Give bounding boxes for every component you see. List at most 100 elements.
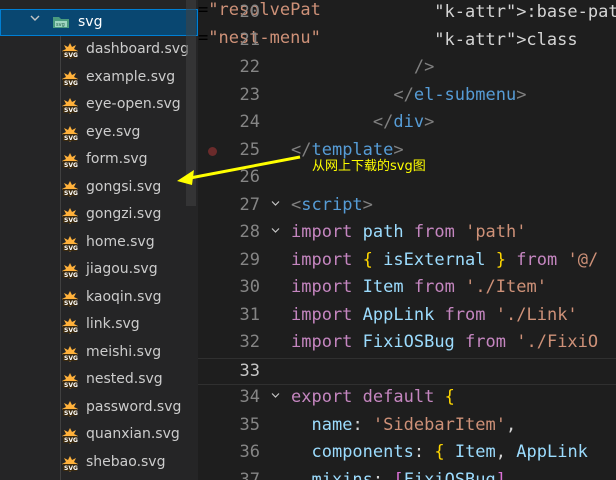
line-number: 35 [239, 414, 260, 435]
code-text: name: 'SidebarItem', [311, 414, 517, 435]
code-text: import { isExternal } from '@/ [291, 249, 599, 270]
code-text: /> [413, 57, 435, 77]
code-line[interactable]: 22 /> [198, 55, 616, 82]
svg-file-icon: SVG [62, 455, 78, 472]
file-name: example.svg [86, 68, 176, 85]
file-item[interactable]: SVG shebao.svg [0, 450, 198, 477]
svg-file-icon: SVG [62, 125, 78, 142]
file-item[interactable]: SVG home.svg [0, 230, 198, 257]
fold-chevron-icon[interactable] [271, 199, 280, 208]
file-item[interactable]: SVG jiagou.svg [0, 257, 198, 284]
line-number: 27 [239, 194, 260, 215]
svg-file-icon: SVG [62, 428, 78, 444]
file-name: jiagou.svg [86, 261, 158, 277]
line-number: 37 [239, 469, 260, 480]
code-text: "k-attr">:base-path [434, 2, 616, 22]
file-name: gongzi.svg [86, 206, 162, 222]
line-number: 23 [239, 84, 260, 105]
svg-text:SVG: SVG [64, 107, 78, 114]
line-number: 22 [239, 57, 260, 77]
code-editor[interactable]: 20 "k-attr">:base-path="resolvePat21 "k-… [198, 0, 616, 480]
code-text: import Item from './Item' [291, 277, 547, 297]
line-number: 32 [239, 332, 260, 352]
svg-file-icon: SVG [62, 43, 78, 59]
file-item[interactable]: SVG gongsi.svg [0, 175, 198, 202]
file-item[interactable]: SVG example.svg [0, 65, 198, 92]
code-line[interactable]: 29 import { isExternal } from '@/ [198, 248, 616, 275]
file-name: shebao.svg [86, 453, 166, 470]
svg-text:SVG: SVG [64, 162, 78, 169]
tree-item-partial[interactable]: icons [62, 0, 96, 3]
folder-svg[interactable]: svg svg [0, 9, 198, 36]
file-item[interactable]: SVG password.svg [0, 395, 198, 422]
code-line[interactable]: 30 import Item from './Item' [198, 275, 616, 302]
code-text: import path from 'path' [291, 222, 527, 242]
line-number: 36 [239, 442, 260, 462]
code-line[interactable]: 27 <script> [198, 193, 616, 220]
file-item[interactable]: SVG gongzi.svg [0, 202, 198, 229]
code-text: import FixiOSBug from './FixiO [291, 332, 599, 352]
file-item[interactable]: SVG nested.svg [0, 367, 198, 394]
file-item[interactable]: SVG dashboard.svg [0, 37, 198, 64]
code-line[interactable]: 35 name: 'SidebarItem', [198, 413, 616, 440]
file-item[interactable]: SVG kaoqin.svg [0, 285, 198, 312]
code-line[interactable]: 33 [198, 357, 616, 385]
code-text: <script> [291, 194, 373, 215]
code-line[interactable]: 31 import AppLink from './Link' [198, 303, 616, 330]
svg-text:SVG: SVG [64, 300, 78, 307]
svg-text:SVG: SVG [64, 355, 78, 362]
svg-file-icon: SVG [62, 345, 78, 362]
file-name: nested.svg [86, 371, 163, 387]
line-number: 24 [239, 112, 260, 132]
file-item[interactable]: SVG eye.svg [0, 120, 198, 147]
file-name: dashboard.svg [86, 41, 189, 57]
code-line[interactable]: 28 import path from 'path' [198, 220, 616, 247]
explorer-scrollbar[interactable] [186, 0, 196, 206]
line-number: 20 [239, 2, 260, 22]
fold-chevron-icon[interactable] [271, 391, 280, 400]
file-name: link.svg [86, 316, 140, 332]
file-item[interactable]: SVG meishi.svg [0, 340, 198, 367]
fold-chevron-icon[interactable] [271, 226, 280, 235]
file-name: home.svg [86, 233, 155, 250]
file-item[interactable]: SVG form.svg [0, 147, 198, 174]
code-line[interactable]: 32 import FixiOSBug from './FixiO [198, 330, 616, 357]
svg-file-icon: SVG [62, 318, 78, 334]
svg-text:SVG: SVG [64, 410, 78, 417]
svg-file-icon: SVG [62, 70, 78, 87]
code-text: </div> [372, 112, 435, 132]
file-item[interactable]: SVG link.svg [0, 312, 198, 339]
svg-text:SVG: SVG [64, 135, 78, 142]
file-name: eye-open.svg [86, 96, 181, 112]
svg-file-icon: SVG [62, 153, 78, 169]
svg-text:SVG: SVG [64, 190, 78, 197]
file-name: form.svg [86, 151, 148, 167]
code-line[interactable]: 24 </div> [198, 110, 616, 137]
svg-file-icon: SVG [62, 400, 78, 417]
file-item[interactable]: SVG eye-open.svg [0, 92, 198, 119]
svg-text:SVG: SVG [64, 245, 78, 252]
annotation-text: 从网上下载的svg图 [312, 159, 426, 174]
line-number: 25 [239, 139, 260, 160]
line-number: 28 [239, 222, 260, 242]
svg-text:SVG: SVG [64, 465, 78, 472]
line-number: 29 [239, 249, 260, 270]
code-line[interactable]: 37 mixins: [FixiOSBug], [198, 468, 616, 480]
code-text: mixins: [FixiOSBug], [311, 469, 517, 480]
code-line[interactable]: 34 export default { [198, 385, 616, 412]
svg-file-icon: SVG [62, 98, 78, 114]
file-item[interactable]: SVG quanxian.svg [0, 422, 198, 449]
svg-file-icon: SVG [62, 290, 78, 307]
svg-file-icon: SVG [62, 180, 78, 197]
svg-file-icon: SVG [62, 373, 78, 389]
file-name: kaoqin.svg [86, 288, 162, 305]
code-line[interactable]: 36 components: { Item, AppLink [198, 440, 616, 467]
svg-text:SVG: SVG [64, 217, 78, 224]
code-line[interactable]: 23 </el-submenu> [198, 83, 616, 110]
svg-file-icon: SVG [62, 263, 78, 279]
file-name: password.svg [86, 398, 182, 415]
chevron-down-icon[interactable] [30, 13, 40, 23]
code-line[interactable]: 20 "k-attr">:base-path="resolvePat [198, 0, 616, 27]
code-line[interactable]: 21 "k-attr">class ="nest-menu" [198, 28, 616, 55]
line-number: 34 [239, 387, 260, 407]
